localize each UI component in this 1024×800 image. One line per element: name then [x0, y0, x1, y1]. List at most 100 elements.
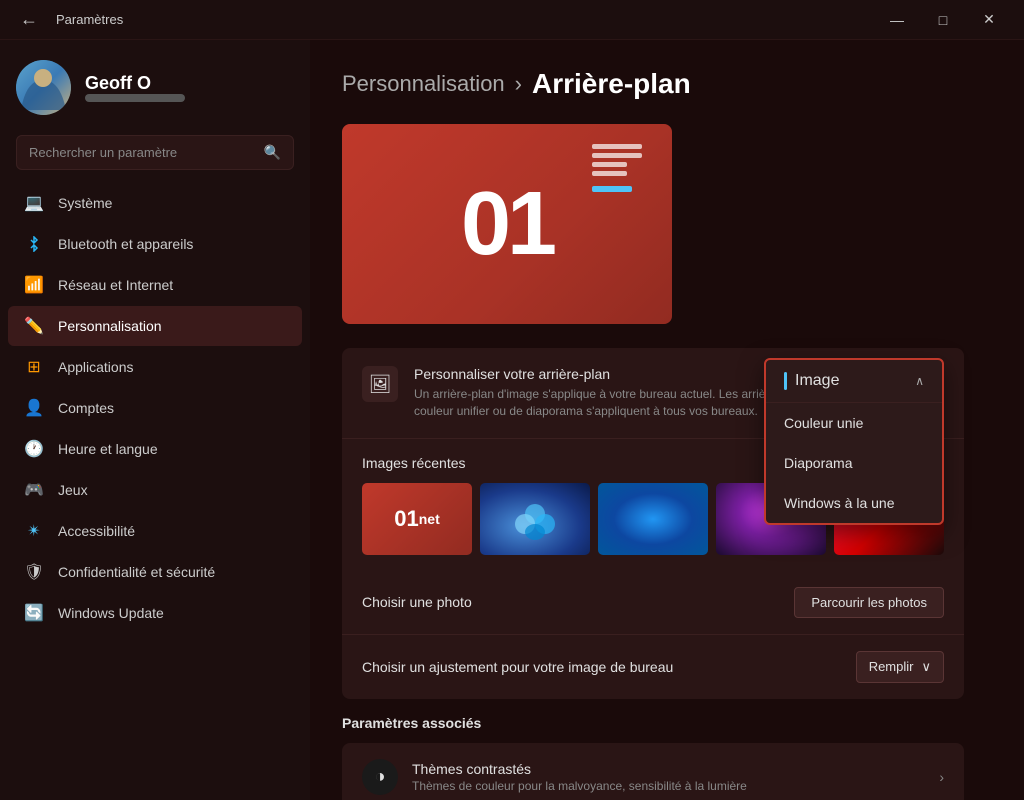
bg-type-dropdown[interactable]: Image ∧ Couleur unie Diaporama Windows à…: [764, 358, 944, 525]
themes-contrastes-item[interactable]: ◑ Thèmes contrastés Thèmes de couleur po…: [342, 743, 964, 800]
dropdown-option-label: Couleur unie: [784, 415, 863, 431]
sidebar-item-label: Jeux: [58, 482, 88, 498]
sidebar-item-jeux[interactable]: 🎮 Jeux: [8, 470, 302, 510]
reseau-icon: 📶: [24, 275, 44, 295]
comptes-icon: 👤: [24, 398, 44, 418]
jeux-icon: 🎮: [24, 480, 44, 500]
remplir-chevron-icon: ∨: [921, 659, 931, 675]
title-bar-left: ← Paramètres: [12, 5, 123, 34]
maximize-button[interactable]: □: [920, 0, 966, 40]
search-input[interactable]: [29, 145, 256, 160]
img-01net-preview: 01net: [362, 483, 472, 555]
sidebar: Geoff O 🔍 💻 Système Bluetooth et appare: [0, 40, 310, 800]
remplir-dropdown[interactable]: Remplir ∨: [856, 651, 944, 683]
bluetooth-icon: [24, 234, 44, 254]
systeme-icon: 💻: [24, 193, 44, 213]
recent-image-2[interactable]: [480, 483, 590, 555]
sidebar-item-label: Personnalisation: [58, 318, 162, 334]
chevron-up-icon: ∧: [915, 374, 924, 388]
sidebar-item-label: Réseau et Internet: [58, 277, 173, 293]
app-title: Paramètres: [56, 12, 123, 27]
parametres-associes-section: Paramètres associés ◑ Thèmes contrastés …: [342, 715, 964, 800]
dropdown-selected-label: Image: [795, 372, 839, 390]
avatar: [16, 60, 71, 115]
breadcrumb-current: Arrière-plan: [532, 68, 691, 100]
minimize-button[interactable]: —: [874, 0, 920, 40]
sidebar-item-applications[interactable]: ⊞ Applications: [8, 347, 302, 387]
dropdown-header[interactable]: Image ∧: [766, 360, 942, 403]
parametres-associes-label: Paramètres associés: [342, 715, 964, 731]
sidebar-item-windows-update[interactable]: 🔄 Windows Update: [8, 593, 302, 633]
background-preview: 01: [342, 124, 672, 324]
sidebar-item-label: Heure et langue: [58, 441, 158, 457]
sidebar-item-systeme[interactable]: 💻 Système: [8, 183, 302, 223]
sidebar-item-reseau[interactable]: 📶 Réseau et Internet: [8, 265, 302, 305]
personnaliser-icon: 🖼: [362, 366, 398, 402]
choisir-photo-label: Choisir une photo: [362, 594, 472, 610]
page-header: Personnalisation › Arrière-plan: [342, 68, 964, 100]
deco-blue-bar: [592, 186, 632, 192]
ajustement-row: Choisir un ajustement pour votre image d…: [342, 635, 964, 699]
accessibilite-icon: ✴: [24, 521, 44, 541]
main-content: Personnalisation › Arrière-plan 01 🖼: [310, 40, 996, 800]
heure-icon: 🕐: [24, 439, 44, 459]
dropdown-option-label: Windows à la une: [784, 495, 895, 511]
recent-image-3[interactable]: [598, 483, 708, 555]
sidebar-item-personnalisation[interactable]: ✏️ Personnalisation: [8, 306, 302, 346]
choisir-photo-row: Choisir une photo Parcourir les photos: [342, 571, 964, 635]
ajustement-label: Choisir un ajustement pour votre image d…: [362, 659, 673, 675]
dropdown-option-label: Diaporama: [784, 455, 852, 471]
user-email-bar: [85, 94, 185, 102]
close-button[interactable]: ✕: [966, 0, 1012, 40]
themes-contrastes-content: Thèmes contrastés Thèmes de couleur pour…: [412, 761, 939, 793]
recent-image-1[interactable]: 01net: [362, 483, 472, 555]
themes-contrastes-icon: ◑: [362, 759, 398, 795]
title-bar: ← Paramètres — □ ✕: [0, 0, 1024, 40]
user-info: Geoff O: [85, 73, 185, 102]
app-container: Geoff O 🔍 💻 Système Bluetooth et appare: [0, 40, 1024, 800]
background-settings-section: 🖼 Personnaliser votre arrière-plan Un ar…: [342, 348, 964, 699]
preview-content: 01: [342, 124, 672, 324]
nav-list: 💻 Système Bluetooth et appareils 📶 Résea…: [0, 182, 310, 634]
dropdown-option-couleur[interactable]: Couleur unie: [766, 403, 942, 443]
preview-text: 01: [461, 179, 553, 269]
remplir-label: Remplir: [869, 659, 914, 674]
parcourir-photos-button[interactable]: Parcourir les photos: [794, 587, 944, 618]
user-name: Geoff O: [85, 73, 185, 94]
sidebar-item-comptes[interactable]: 👤 Comptes: [8, 388, 302, 428]
confidentialite-icon: 🛡: [24, 562, 44, 582]
breadcrumb-separator: ›: [515, 71, 522, 97]
sidebar-item-bluetooth[interactable]: Bluetooth et appareils: [8, 224, 302, 264]
themes-contrastes-title: Thèmes contrastés: [412, 761, 939, 777]
dropdown-option-diaporama[interactable]: Diaporama: [766, 443, 942, 483]
main-scroll: Personnalisation › Arrière-plan 01 🖼: [310, 40, 996, 800]
sidebar-item-label: Bluetooth et appareils: [58, 236, 193, 252]
search-icon: 🔍: [264, 144, 281, 161]
windows-update-icon: 🔄: [24, 603, 44, 623]
img-blue-abstract-preview: [598, 483, 708, 555]
search-box[interactable]: 🔍: [16, 135, 294, 170]
sidebar-item-label: Accessibilité: [58, 523, 135, 539]
dropdown-selected-row: Image: [784, 372, 839, 390]
breadcrumb-parent: Personnalisation: [342, 71, 505, 97]
user-section[interactable]: Geoff O: [0, 40, 310, 131]
active-indicator: [784, 372, 787, 390]
back-button[interactable]: ←: [12, 5, 46, 34]
deco-line-2: [592, 153, 642, 158]
window-controls: — □ ✕: [874, 0, 1012, 40]
personnalisation-icon: ✏️: [24, 316, 44, 336]
sidebar-item-label: Système: [58, 195, 112, 211]
sidebar-item-label: Confidentialité et sécurité: [58, 564, 215, 580]
deco-line-3: [592, 162, 627, 167]
img-win11-preview: [480, 483, 590, 555]
sidebar-item-accessibilite[interactable]: ✴ Accessibilité: [8, 511, 302, 551]
dropdown-option-windows[interactable]: Windows à la une: [766, 483, 942, 523]
themes-contrastes-desc: Thèmes de couleur pour la malvoyance, se…: [412, 779, 939, 793]
deco-line-4: [592, 171, 627, 176]
sidebar-item-label: Comptes: [58, 400, 114, 416]
sidebar-item-heure[interactable]: 🕐 Heure et langue: [8, 429, 302, 469]
sidebar-item-label: Windows Update: [58, 605, 164, 621]
chevron-right-icon: ›: [939, 769, 944, 785]
personnaliser-row: 🖼 Personnaliser votre arrière-plan Un ar…: [342, 348, 964, 439]
sidebar-item-confidentialite[interactable]: 🛡 Confidentialité et sécurité: [8, 552, 302, 592]
